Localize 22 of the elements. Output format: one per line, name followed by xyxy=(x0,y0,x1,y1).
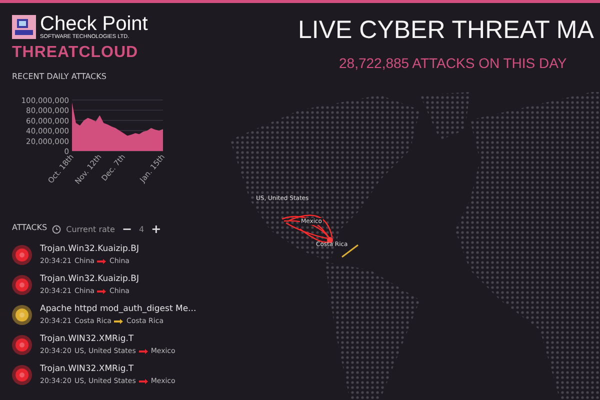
attacks-heading: ATTACKS xyxy=(12,223,48,232)
page-title: LIVE CYBER THREAT MA xyxy=(298,16,594,45)
attack-name: Trojan.Win32.Kuaizip.BJ xyxy=(40,244,139,254)
attack-name: Trojan.Win32.Kuaizip.BJ xyxy=(40,274,139,284)
product-name: THREATCLOUD xyxy=(12,44,138,62)
arrow-icon xyxy=(97,288,106,294)
increase-button[interactable]: + xyxy=(149,223,164,235)
arrow-icon xyxy=(138,348,148,354)
arrow-icon xyxy=(97,258,106,264)
chart-heading: RECENT DAILY ATTACKS xyxy=(12,72,106,81)
rate-label: Current rate xyxy=(66,224,115,234)
arrow-icon xyxy=(138,378,148,384)
rate-value: 4 xyxy=(139,224,144,234)
attack-name: Trojan.WIN32.XMRig.T xyxy=(40,334,135,344)
computer-logo-icon xyxy=(12,15,36,39)
decrease-button[interactable]: − xyxy=(120,223,134,235)
clock-icon xyxy=(52,224,62,234)
brand-name: Check Point xyxy=(40,14,148,34)
attack-count: 28,722,885 ATTACKS ON THIS DAY xyxy=(339,55,567,71)
attack-name: Apache httpd mod_auth_digest Me... xyxy=(40,304,196,314)
arrow-icon xyxy=(114,318,124,324)
attack-name: Trojan.WIN32.XMRig.T xyxy=(40,364,135,374)
